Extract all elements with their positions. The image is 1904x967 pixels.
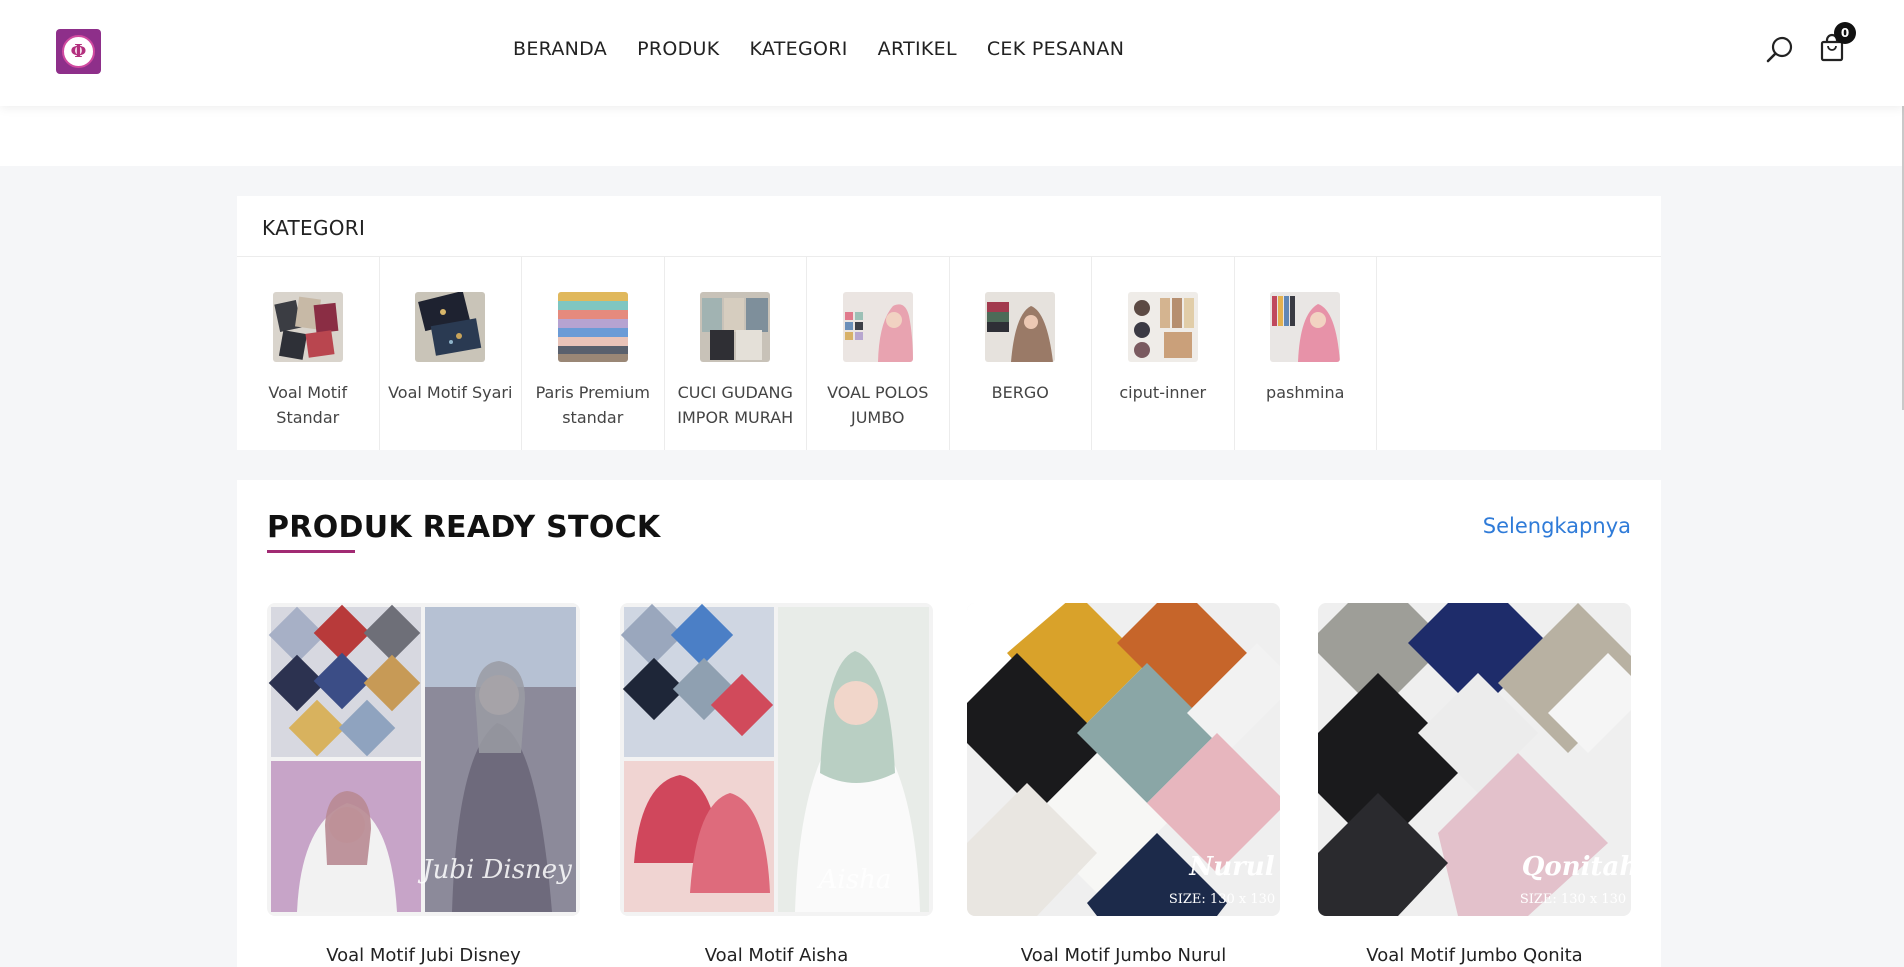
category-thumbnail bbox=[842, 292, 913, 362]
product-card[interactable]: Qonitah SIZE: 130 x 130 Voal Motif Jumbo… bbox=[1318, 603, 1631, 966]
product-name[interactable]: Voal Motif Jumbo Nurul bbox=[967, 945, 1280, 966]
site-header: Φ BERANDA PRODUK KATEGORI ARTIKEL CEK PE… bbox=[0, 0, 1904, 106]
svg-text:Nurul: Nurul bbox=[1188, 852, 1274, 882]
main-nav: BERANDA PRODUK KATEGORI ARTIKEL CEK PESA… bbox=[513, 38, 1124, 60]
category-thumbnail bbox=[1127, 292, 1198, 362]
svg-text:Qonitah: Qonitah bbox=[1522, 852, 1631, 882]
product-card[interactable]: Aisha Voal Motif Aisha bbox=[620, 603, 933, 966]
product-image[interactable]: Qonitah SIZE: 130 x 130 bbox=[1318, 603, 1631, 916]
category-item-bergo[interactable]: BERGO bbox=[950, 257, 1092, 450]
category-label: Paris Premium standar bbox=[535, 383, 650, 427]
category-item-voal-polos-jumbo[interactable]: VOAL POLOS JUMBO bbox=[807, 257, 950, 450]
category-thumbnail bbox=[272, 292, 343, 362]
nav-beranda[interactable]: BERANDA bbox=[513, 38, 607, 60]
product-name[interactable]: Voal Motif Aisha bbox=[620, 945, 933, 966]
category-label: ciput-inner bbox=[1119, 383, 1207, 402]
title-underline bbox=[267, 550, 355, 553]
category-panel: KATEGORI Voal Motif Standar Voal Motif S… bbox=[237, 196, 1661, 450]
cart-count-badge: 0 bbox=[1834, 22, 1856, 44]
ready-stock-section: PRODUK READY STOCK Selengkapnya Jubi Dis… bbox=[237, 480, 1661, 967]
nav-artikel[interactable]: ARTIKEL bbox=[878, 38, 957, 60]
category-thumbnail bbox=[415, 292, 486, 362]
category-label: Voal Motif Syari bbox=[388, 383, 513, 402]
product-image[interactable]: Jubi Disney bbox=[267, 603, 580, 916]
category-thumbnail bbox=[1270, 292, 1341, 362]
product-name[interactable]: Voal Motif Jumbo Qonita bbox=[1318, 945, 1631, 966]
store-logo[interactable]: Φ bbox=[56, 29, 101, 74]
banner-spacer bbox=[0, 106, 1904, 166]
nav-produk[interactable]: PRODUK bbox=[637, 38, 719, 60]
category-item-paris-premium-standar[interactable]: Paris Premium standar bbox=[522, 257, 665, 450]
svg-text:Aisha: Aisha bbox=[817, 865, 892, 895]
category-list: Voal Motif Standar Voal Motif Syari Pari… bbox=[237, 257, 1377, 450]
svg-text:Jubi Disney: Jubi Disney bbox=[417, 855, 572, 885]
category-label: VOAL POLOS JUMBO bbox=[827, 383, 929, 427]
product-image[interactable]: Aisha bbox=[620, 603, 933, 916]
nav-kategori[interactable]: KATEGORI bbox=[750, 38, 848, 60]
product-image[interactable]: Nurul SIZE: 130 x 130 bbox=[967, 603, 1280, 916]
svg-text:SIZE: 130 x 130: SIZE: 130 x 130 bbox=[1520, 892, 1626, 907]
category-label: CUCI GUDANG IMPOR MURAH bbox=[677, 383, 794, 427]
category-item-cuci-gudang[interactable]: CUCI GUDANG IMPOR MURAH bbox=[665, 257, 807, 450]
logo-emblem: Φ bbox=[62, 35, 95, 68]
category-thumbnail bbox=[700, 292, 771, 362]
category-item-voal-motif-standar[interactable]: Voal Motif Standar bbox=[237, 257, 380, 450]
search-icon[interactable] bbox=[1765, 35, 1795, 65]
see-more-link[interactable]: Selengkapnya bbox=[1483, 514, 1631, 538]
category-item-ciput-inner[interactable]: ciput-inner bbox=[1092, 257, 1235, 450]
category-heading: KATEGORI bbox=[262, 216, 366, 240]
category-item-voal-motif-syari[interactable]: Voal Motif Syari bbox=[380, 257, 522, 450]
category-item-pashmina[interactable]: pashmina bbox=[1235, 257, 1377, 450]
nav-cek-pesanan[interactable]: CEK PESANAN bbox=[987, 38, 1124, 60]
category-label: pashmina bbox=[1266, 383, 1345, 402]
section-title: PRODUK READY STOCK bbox=[267, 510, 661, 545]
category-thumbnail bbox=[985, 292, 1056, 362]
category-thumbnail bbox=[557, 292, 628, 362]
category-label: Voal Motif Standar bbox=[268, 383, 348, 427]
product-card[interactable]: Nurul SIZE: 130 x 130 Voal Motif Jumbo N… bbox=[967, 603, 1280, 966]
product-card[interactable]: Jubi Disney Voal Motif Jubi Disney bbox=[267, 603, 580, 966]
product-name[interactable]: Voal Motif Jubi Disney bbox=[267, 945, 580, 966]
svg-text:SIZE: 130 x 130: SIZE: 130 x 130 bbox=[1169, 892, 1275, 907]
category-label: BERGO bbox=[991, 383, 1049, 402]
